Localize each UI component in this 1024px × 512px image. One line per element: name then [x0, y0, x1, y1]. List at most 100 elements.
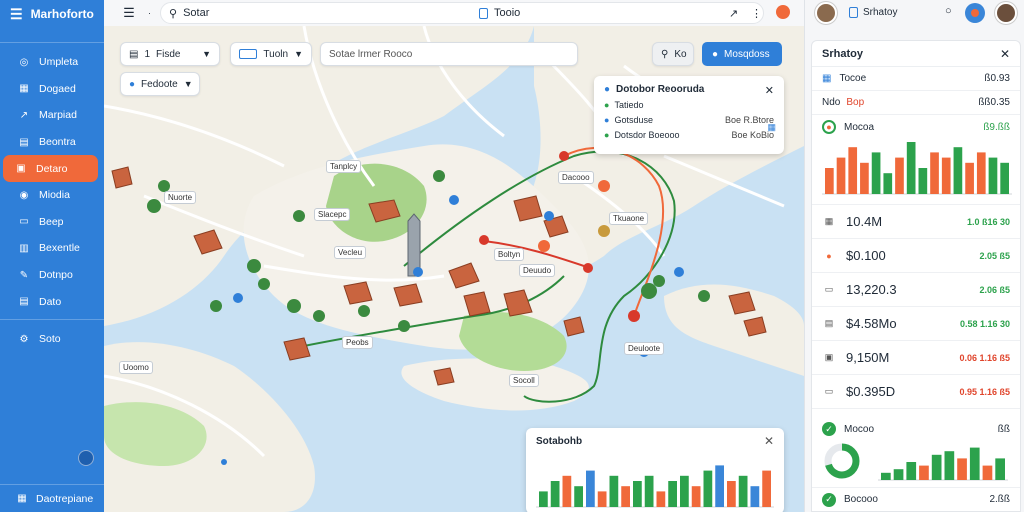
summary-card: Srhatoy ✕ ▦ Tocoe ß0.93 Ndo Bop ßß0.35 ●…: [811, 40, 1021, 512]
chart-bar: [893, 469, 904, 480]
sidebar-item-detaro[interactable]: ▣ Detaro: [3, 155, 98, 182]
sidebar-item-miodia[interactable]: ◉ Miodia: [0, 182, 104, 209]
sidebar-item-bexentle[interactable]: ▥ Bexentle: [0, 235, 104, 262]
coin-icon: ●: [826, 250, 832, 261]
avatar[interactable]: [815, 2, 837, 24]
chart-bar: [738, 475, 748, 507]
summary-row-value: ß0.93: [984, 73, 1010, 84]
info-row: ● Dotsdor Boeooo Boe KoBio: [604, 130, 774, 140]
map-label: Socoll: [509, 374, 539, 387]
global-search[interactable]: ⚲ Sotar Tooio ↗ ⋮: [160, 2, 764, 24]
bar-chart: [822, 142, 1012, 195]
bookmark-icon[interactable]: ▦: [767, 122, 776, 133]
info-card-title: Dotobor Reooruda: [616, 84, 705, 95]
primary-action-button[interactable]: ● Mosqdoss: [702, 42, 782, 66]
sidebar-item-label: Dato: [39, 295, 62, 308]
chart-bar: [562, 475, 572, 507]
sidebar-item-dato[interactable]: ▤ Dato: [0, 288, 104, 315]
map-search-input[interactable]: Sotae lrmer Rooco: [320, 42, 578, 66]
chart-bar: [883, 173, 893, 194]
sidebar-header: ☰ Marhoforto: [0, 0, 104, 28]
info-card: ● Dotobor Reooruda ✕ ● Tatiedo ● Gotsdus…: [594, 76, 784, 154]
section-label: Mocoa: [844, 121, 875, 133]
chart-bar: [995, 458, 1005, 480]
chart-bar: [836, 157, 846, 194]
sidebar-footer[interactable]: ▦ Daotrepiane: [0, 484, 104, 512]
sidebar-item-soto[interactable]: ⚙ Soto: [0, 326, 104, 353]
notification-icon[interactable]: [776, 5, 790, 19]
close-icon[interactable]: ✕: [1000, 47, 1010, 61]
chart-bar: [982, 465, 993, 480]
check-icon: ✓: [822, 492, 836, 507]
chart-card: Sotabohb ✕: [526, 428, 784, 512]
summary-row-value: ßß0.35: [978, 97, 1010, 108]
map-label: Vecleu: [334, 246, 367, 259]
sidebar-item-umpleta[interactable]: ◎ Umpleta: [0, 49, 104, 76]
bell-icon[interactable]: ↗: [729, 7, 738, 20]
chart-bar: [750, 486, 760, 507]
map-label: Slacepc: [314, 208, 351, 221]
chart-bar: [988, 157, 998, 194]
metric-row: ▭ 13,220.3 2.06 ß5: [812, 273, 1020, 307]
chart-bar: [941, 157, 951, 194]
chart-bar: [930, 152, 939, 194]
options-icon[interactable]: ⋮: [751, 7, 762, 20]
view-select[interactable]: Tuoln ▼: [230, 42, 312, 66]
sidebar-items: ◎ Umpleta ▦ Dogaed ↗ Marpiad ▤ Beontra ▣ Detaro ◉ M…: [0, 49, 104, 353]
map-label: Tanplcy: [326, 160, 362, 173]
layers-icon: ▤: [129, 48, 139, 60]
pin-icon: ●: [604, 84, 611, 95]
summary-row-tag: Bop: [846, 97, 865, 108]
primary-button-label: Mosqdoss: [724, 48, 770, 60]
info-row: ● Gotsduse Boe R.Btore: [604, 115, 774, 125]
circle-icon[interactable]: ○: [945, 5, 952, 17]
chevron-down-icon: ▼: [202, 49, 211, 59]
zoom-button-label: Ko: [674, 48, 687, 60]
chart-bar: [860, 162, 869, 194]
metric-change: 2.06 ß5: [979, 284, 1010, 295]
info-row: ● Tatiedo: [604, 100, 774, 110]
tower: [407, 213, 421, 277]
close-icon[interactable]: ✕: [765, 84, 774, 97]
chart-bar: [825, 168, 834, 194]
sidebar-item-label: Bexentle: [39, 242, 80, 255]
sidebar-item-label: Umpleta: [39, 56, 79, 69]
chart-card-title: Sotabohb: [536, 436, 583, 447]
chart-bar: [906, 462, 917, 480]
sidebar-item-beep[interactable]: ▭ Beep: [0, 209, 104, 236]
dots-icon[interactable]: ·: [148, 8, 151, 18]
footer-value: 2.ßß: [989, 494, 1010, 505]
hamburger-icon[interactable]: ☰: [10, 6, 23, 23]
summary-row-label: Tocoe: [839, 73, 867, 84]
sidebar-item-label: Marpiad: [39, 109, 77, 122]
map-canvas[interactable]: ▤ 1 Fisde ▼ Tuoln ▼ Sotae lrmer Rooco ⚲ …: [104, 26, 804, 512]
chart-bar: [957, 458, 967, 480]
metric-row: ▦ 10.4M 1.0 ß16 30: [812, 205, 1020, 239]
menu-icon[interactable]: ☰: [118, 5, 140, 21]
avatar[interactable]: [995, 2, 1017, 24]
gauge-icon: ●: [822, 120, 836, 134]
view-select-value: Tuoln: [263, 48, 289, 60]
footer-label: Bocooo: [844, 494, 878, 505]
layer-select[interactable]: ▤ 1 Fisde ▼: [120, 42, 220, 66]
fuel-icon: ●: [604, 115, 610, 125]
sidebar-item-dotnpo[interactable]: ✎ Dotnpo: [0, 262, 104, 289]
sidebar-item-marpiad[interactable]: ↗ Marpiad: [0, 102, 104, 129]
layer-prefix: 1: [144, 48, 151, 60]
close-icon[interactable]: ✕: [764, 434, 774, 448]
metric-value: $0.100: [846, 248, 886, 263]
sub-select[interactable]: ● Fedoote ▼: [120, 72, 200, 96]
zoom-button[interactable]: ⚲ Ko: [652, 42, 694, 66]
collapse-toggle[interactable]: [78, 450, 94, 466]
sidebar-item-beontra[interactable]: ▤ Beontra: [0, 129, 104, 156]
section-header: ● Mocoa ß9.ßß: [812, 115, 1020, 139]
clock-icon: ●: [604, 130, 610, 140]
metric-value: $0.395D: [846, 384, 896, 399]
metric-value: 10.4M: [846, 214, 883, 229]
chart-bar: [586, 470, 595, 507]
donut-and-bars: [812, 441, 1020, 481]
chart-bar: [895, 157, 904, 194]
calendar-icon[interactable]: [849, 7, 858, 18]
sidebar-item-dogaed[interactable]: ▦ Dogaed: [0, 76, 104, 103]
chart-bar: [848, 147, 858, 194]
